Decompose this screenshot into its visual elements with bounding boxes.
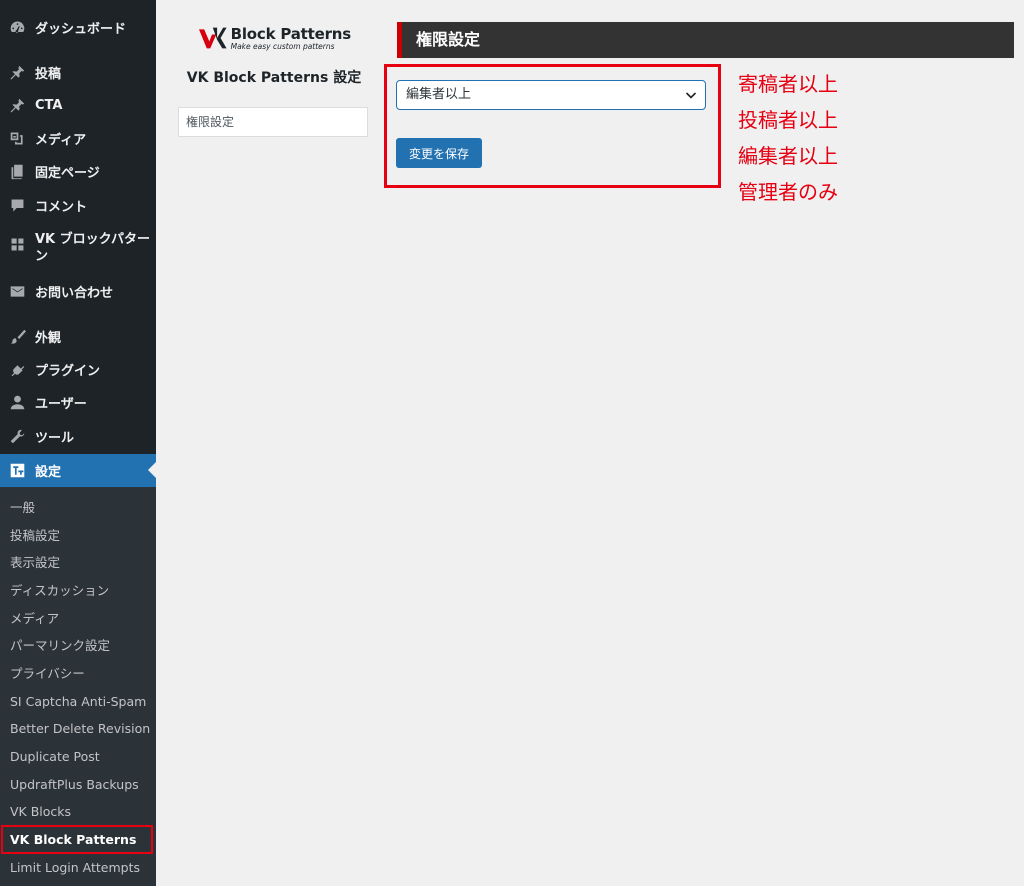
pin-icon [8, 63, 26, 81]
menu-item-tools[interactable]: ツール [0, 420, 156, 452]
mail-icon [8, 282, 26, 300]
submenu-item-general[interactable]: 一般 [10, 498, 35, 518]
menu-item-label: VK ブロックパターン [35, 232, 151, 264]
menu-item-label: ダッシュボード [35, 21, 127, 37]
submenu-item-discussion[interactable]: ディスカッション [10, 581, 109, 601]
vk-logo-icon [199, 27, 227, 49]
settings-icon [8, 462, 26, 480]
menu-item-appearance[interactable]: 外観 [0, 320, 156, 352]
comment-icon [8, 196, 26, 214]
menu-item-users[interactable]: ユーザー [0, 386, 156, 418]
menu-item-label: メディア [35, 132, 87, 148]
logo-tagline: Make easy custom patterns [230, 41, 335, 51]
submenu-item-privacy[interactable]: プライバシー [10, 664, 85, 684]
submenu-item-updraftplus[interactable]: UpdraftPlus Backups [10, 775, 139, 795]
menu-item-pages[interactable]: 固定ページ [0, 155, 156, 187]
logo-name: Block Patterns [230, 24, 352, 43]
submenu-item-writing[interactable]: 投稿設定 [10, 526, 60, 546]
menu-item-dashboard[interactable]: ダッシュボード [0, 11, 156, 43]
submenu-item-permalinks[interactable]: パーマリンク設定 [10, 636, 110, 656]
plugin-logo: Block Patterns Make easy custom patterns [199, 24, 351, 52]
plugin-settings-title: VK Block Patterns 設定 [186, 70, 362, 86]
menu-item-label: 設定 [35, 465, 62, 480]
submenu-highlight-box [1, 825, 153, 854]
menu-item-label: コメント [35, 199, 88, 215]
media-icon [8, 129, 26, 147]
admin-sidebar: ダッシュボード 投稿 CTA メディア 固定ページ コメント VK ブロックパタ… [0, 0, 156, 886]
menu-item-label: プラグイン [35, 363, 101, 379]
dashboard-icon [8, 18, 26, 36]
side-nav-item-permissions[interactable]: 権限設定 [178, 107, 368, 137]
submenu-item-duplicate-post[interactable]: Duplicate Post [10, 747, 100, 767]
menu-item-label: ツール [35, 430, 75, 446]
menu-item-cta[interactable]: CTA [0, 89, 156, 121]
annotation-option: 管理者のみ [738, 180, 838, 204]
annotation-option: 寄稿者以上 [738, 72, 838, 96]
plugin-icon [8, 360, 26, 378]
wrench-icon [8, 427, 26, 445]
grid-icon [8, 235, 26, 253]
menu-item-label: CTA [35, 97, 63, 113]
submenu-item-vk-blocks[interactable]: VK Blocks [10, 802, 71, 822]
submenu-item-reading[interactable]: 表示設定 [10, 553, 60, 573]
pin-icon [8, 96, 26, 114]
annotation-option: 投稿者以上 [738, 108, 838, 132]
menu-item-posts[interactable]: 投稿 [0, 56, 156, 88]
section-header: 権限設定 [397, 22, 1014, 58]
submenu-item-better-delete-revision[interactable]: Better Delete Revision [10, 719, 150, 739]
page-icon [8, 162, 26, 180]
submenu-item-si-captcha[interactable]: SI Captcha Anti-Spam [10, 692, 146, 712]
menu-item-settings[interactable]: 設定 [0, 454, 156, 487]
submenu-item-media[interactable]: メディア [10, 609, 59, 629]
menu-item-media[interactable]: メディア [0, 122, 156, 154]
annotation-option: 編集者以上 [738, 144, 838, 168]
menu-item-label: 固定ページ [35, 165, 100, 181]
menu-item-contact[interactable]: お問い合わせ [0, 275, 156, 307]
role-options-annotation: 寄稿者以上 投稿者以上 編集者以上 管理者のみ [738, 66, 838, 210]
user-icon [8, 393, 26, 411]
submenu-item-limit-login-attempts[interactable]: Limit Login Attempts [10, 858, 140, 878]
current-menu-arrow [148, 462, 156, 478]
menu-item-vk-block-patterns[interactable]: VK ブロックパターン [0, 231, 156, 275]
settings-highlight-box [384, 64, 721, 188]
menu-item-label: 外観 [35, 330, 62, 346]
menu-item-comments[interactable]: コメント [0, 189, 156, 221]
menu-item-label: 投稿 [35, 66, 62, 82]
menu-item-plugins[interactable]: プラグイン [0, 353, 156, 385]
menu-item-label: お問い合わせ [35, 285, 114, 301]
menu-item-label: ユーザー [35, 396, 87, 412]
brush-icon [8, 327, 26, 345]
